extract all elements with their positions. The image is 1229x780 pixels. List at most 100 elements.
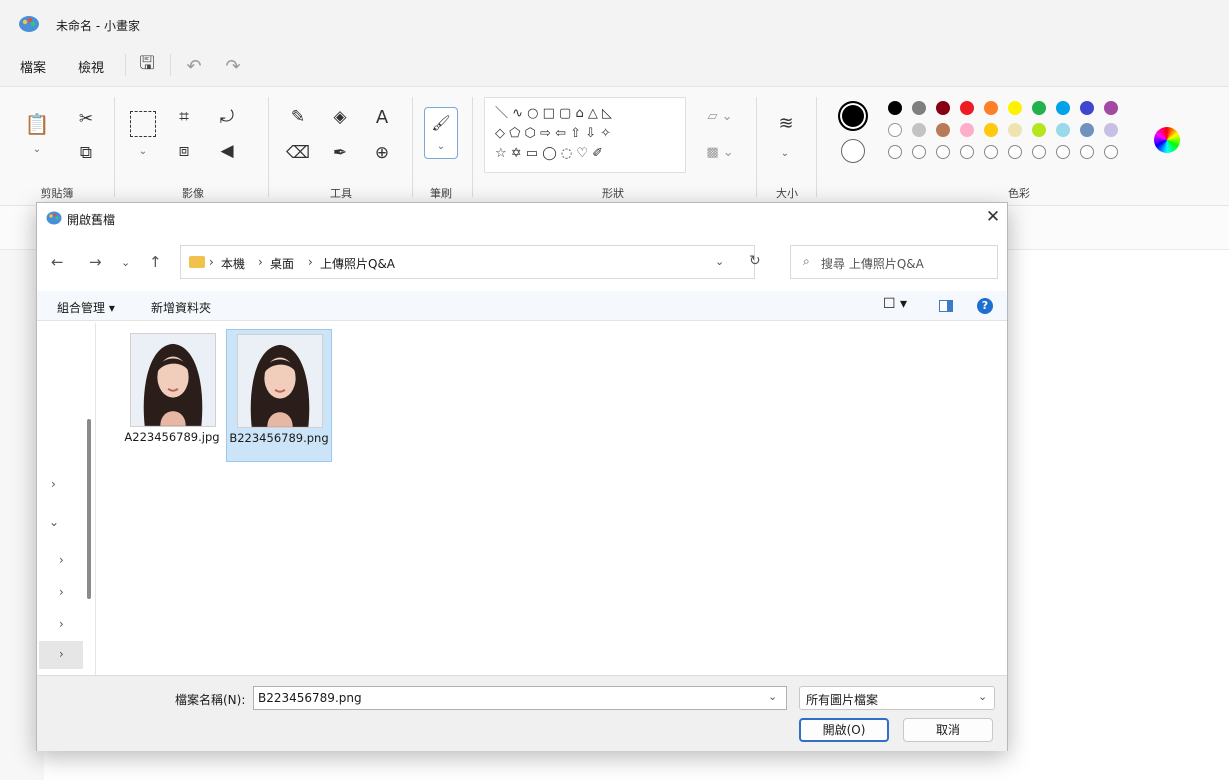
color-swatch[interactable] xyxy=(1032,123,1046,137)
custom-color-slot[interactable] xyxy=(912,145,926,159)
resize-icon[interactable]: ⧈ xyxy=(172,139,196,163)
breadcrumb-item[interactable]: 桌面 xyxy=(270,255,294,272)
address-bar[interactable]: › 本機 › 桌面 › 上傳照片Q&A ⌄ xyxy=(180,245,755,279)
divider xyxy=(125,54,126,76)
paste-icon[interactable]: 📋 xyxy=(22,107,52,141)
color-swatch[interactable] xyxy=(888,101,902,115)
flip-icon[interactable]: ◀ xyxy=(210,139,244,163)
preview-pane-icon[interactable] xyxy=(939,300,953,312)
color-swatch[interactable] xyxy=(1032,101,1046,115)
color-swatch[interactable] xyxy=(984,101,998,115)
fill-shape-icon[interactable]: ▩ ⌄ xyxy=(700,141,740,163)
color-swatch[interactable] xyxy=(936,101,950,115)
cancel-button[interactable]: 取消 xyxy=(903,718,993,742)
filetype-select[interactable]: 所有圖片檔案 ⌄ xyxy=(799,686,995,710)
color-swatch[interactable] xyxy=(912,123,926,137)
custom-color-slot[interactable] xyxy=(1032,145,1046,159)
color-swatch[interactable] xyxy=(1008,123,1022,137)
color-swatch[interactable] xyxy=(1080,123,1094,137)
text-icon[interactable]: A xyxy=(370,105,394,129)
new-folder-button[interactable]: 新增資料夾 xyxy=(151,299,211,316)
chevron-down-icon[interactable]: ⌄ xyxy=(121,256,130,269)
chevron-down-icon[interactable]: ⌄ xyxy=(26,139,48,159)
search-box[interactable]: ⌕ 搜尋 上傳照片Q&A xyxy=(790,245,998,279)
menu-file[interactable]: 檔案 xyxy=(20,57,46,76)
rotate-icon[interactable]: ⤾ xyxy=(210,105,244,129)
select-icon[interactable] xyxy=(130,111,156,137)
back-icon[interactable]: ← xyxy=(51,253,64,271)
open-button[interactable]: 開啟(O) xyxy=(799,718,889,742)
color-picker-icon[interactable]: ✒ xyxy=(328,141,352,165)
shapes-row[interactable]: ☆ ✡ ▭ ◯ ◌ ♡ ✐ xyxy=(495,144,603,164)
scrollbar-thumb[interactable] xyxy=(87,419,91,599)
refresh-icon[interactable]: ↻ xyxy=(749,253,761,269)
color-swatch[interactable] xyxy=(936,123,950,137)
color-swatch[interactable] xyxy=(1104,101,1118,115)
breadcrumb-item[interactable]: 本機 xyxy=(221,255,245,272)
color-swatch[interactable] xyxy=(1056,101,1070,115)
chevron-down-icon[interactable]: ⌄ xyxy=(715,255,724,268)
chevron-down-icon[interactable]: ⌄ xyxy=(49,515,59,529)
custom-color-slot[interactable] xyxy=(936,145,950,159)
primary-color[interactable] xyxy=(838,101,868,131)
color-swatch[interactable] xyxy=(984,123,998,137)
shapes-gallery[interactable]: ＼ ∿ ○ □ ▢ ⌂ △ ◺ ◇ ⬠ ⬡ ⇨ ⇦ ⇧ ⇩ ✧ ☆ ✡ ▭ ◯ … xyxy=(484,97,686,173)
color-swatch[interactable] xyxy=(1056,123,1070,137)
filename-input[interactable]: B223456789.png ⌄ xyxy=(253,686,787,710)
file-item-selected[interactable]: B223456789.png xyxy=(226,329,332,462)
custom-color-slot[interactable] xyxy=(1008,145,1022,159)
color-swatch[interactable] xyxy=(1080,101,1094,115)
chevron-right-icon[interactable]: › xyxy=(59,585,64,599)
custom-color-slot[interactable] xyxy=(984,145,998,159)
chevron-right-icon: › xyxy=(258,255,263,269)
custom-color-slot[interactable] xyxy=(960,145,974,159)
eraser-icon[interactable]: ⌫ xyxy=(286,141,310,165)
shapes-row[interactable]: ＼ ∿ ○ □ ▢ ⌂ △ ◺ xyxy=(495,104,612,124)
chevron-right-icon[interactable]: › xyxy=(59,617,64,631)
breadcrumb-item[interactable]: 上傳照片Q&A xyxy=(320,255,395,272)
chevron-right-icon[interactable]: › xyxy=(51,477,56,491)
outline-icon[interactable]: ▱ ⌄ xyxy=(700,105,740,127)
color-swatch[interactable] xyxy=(960,123,974,137)
save-icon[interactable]: 🖫 xyxy=(133,52,161,80)
custom-color-slot[interactable] xyxy=(1104,145,1118,159)
custom-color-slot[interactable] xyxy=(888,145,902,159)
chevron-right-icon: › xyxy=(209,255,214,269)
divider xyxy=(170,54,171,76)
pencil-icon[interactable]: ✎ xyxy=(286,105,310,129)
group-label: 影像 xyxy=(182,187,204,200)
custom-color-slot[interactable] xyxy=(1056,145,1070,159)
chevron-down-icon[interactable]: ⌄ xyxy=(774,143,796,163)
custom-color-slot[interactable] xyxy=(1080,145,1094,159)
close-icon[interactable]: ✕ xyxy=(982,207,1004,229)
brush-button[interactable]: 🖌 ⌄ xyxy=(424,107,458,159)
cut-icon[interactable]: ✂ xyxy=(74,107,98,131)
redo-icon[interactable]: ↷ xyxy=(219,52,247,80)
help-icon[interactable]: ? xyxy=(977,298,993,314)
chevron-right-icon[interactable]: › xyxy=(59,553,64,567)
crop-icon[interactable]: ⌗ xyxy=(172,105,196,129)
edit-colors-icon[interactable] xyxy=(1154,127,1180,153)
secondary-color[interactable] xyxy=(841,139,865,163)
copy-icon[interactable]: ⧉ xyxy=(74,141,98,165)
organize-menu[interactable]: 組合管理 ▾ xyxy=(57,299,115,316)
menu-view[interactable]: 檢視 xyxy=(78,57,104,76)
view-options-icon[interactable]: ☐ ▾ xyxy=(883,296,907,312)
color-swatch[interactable] xyxy=(1104,123,1118,137)
magnifier-icon[interactable]: ⊕ xyxy=(370,141,394,165)
shapes-row[interactable]: ◇ ⬠ ⬡ ⇨ ⇦ ⇧ ⇩ ✧ xyxy=(495,124,611,144)
color-swatch[interactable] xyxy=(1008,101,1022,115)
size-icon[interactable]: ≋ xyxy=(772,109,800,137)
ribbon: 📋 ⌄ ✂ ⧉ ⌄ ⌗ ⧈ ⤾ ◀ ✎ ◈ A ⌫ ✒ ⊕ 🖌 ⌄ ＼ ∿ ○ … xyxy=(0,86,1229,206)
nav-item-selected[interactable]: › xyxy=(39,641,83,669)
fill-icon[interactable]: ◈ xyxy=(328,105,352,129)
file-item[interactable]: A223456789.jpg xyxy=(120,329,226,462)
undo-icon[interactable]: ↶ xyxy=(180,52,208,80)
chevron-down-icon[interactable]: ⌄ xyxy=(768,690,777,703)
chevron-down-icon[interactable]: ⌄ xyxy=(132,141,154,161)
up-icon[interactable]: ↑ xyxy=(149,253,162,271)
color-swatch[interactable] xyxy=(912,101,926,115)
forward-icon[interactable]: → xyxy=(89,253,102,271)
color-swatch[interactable] xyxy=(960,101,974,115)
color-swatch[interactable] xyxy=(888,123,902,137)
